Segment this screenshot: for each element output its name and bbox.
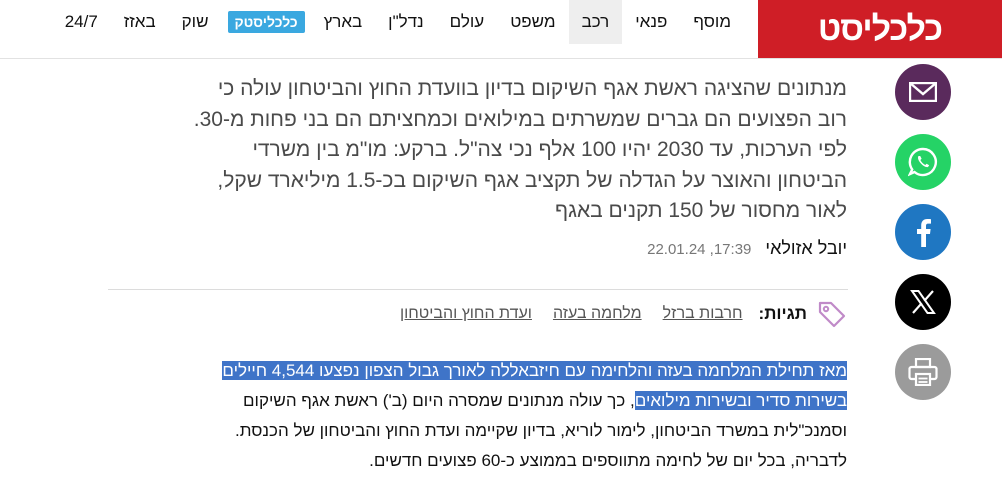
nav-item-real-estate[interactable]: נדל"ן xyxy=(375,0,437,44)
whatsapp-icon xyxy=(908,147,937,177)
mail-icon xyxy=(909,82,937,102)
calcalistech-badge: כלכליסטק xyxy=(227,11,305,33)
print-button[interactable] xyxy=(895,344,951,400)
main-nav: 24/7 באזז שוק כלכליסטק בארץ נדל"ן עולם מ… xyxy=(52,0,744,44)
nav-item-leisure[interactable]: פנאי xyxy=(622,0,680,44)
byline: יובל אזולאי 17:39, 22.01.24 xyxy=(647,238,847,259)
share-buttons xyxy=(895,64,951,414)
selected-text[interactable]: מאז תחילת המלחמה בעזה והלחימה עם חיזבאלל… xyxy=(222,361,847,380)
x-share-button[interactable] xyxy=(895,274,951,330)
article-body: מאז תחילת המלחמה בעזה והלחימה עם חיזבאלל… xyxy=(87,356,847,476)
tag-icon xyxy=(818,301,846,328)
selected-text[interactable]: בשירות סדיר ובשירות מילואים xyxy=(634,391,847,410)
subtitle-line: לאור מחסור של 150 תקנים באגף xyxy=(555,199,847,222)
subtitle-line: לפי הערכות, עד 2030 יהיו 100 אלף נכי צה"… xyxy=(252,138,847,161)
author-name[interactable]: יובל אזולאי xyxy=(765,238,847,259)
tag-link[interactable]: חרבות ברזל xyxy=(663,305,743,323)
nav-item-buzz[interactable]: באזז xyxy=(111,0,169,44)
nav-item-israel[interactable]: בארץ xyxy=(311,0,376,44)
whatsapp-share-button[interactable] xyxy=(895,134,951,190)
subtitle-line: הביטחון והאוצר על הגדלה של תקציב אגף השי… xyxy=(217,168,847,192)
body-line: בשירות סדיר ובשירות מילואים, כך עולה מנת… xyxy=(87,386,847,416)
body-line: לדבריה, בכל יום של לחימה מתווספים בממוצע… xyxy=(369,451,847,470)
print-icon xyxy=(908,358,938,386)
logo-text: כלכליסט xyxy=(817,9,943,48)
tags-label: תגיות: xyxy=(758,304,807,323)
article-subtitle: מנתונים שהציגה ראשת אגף השיקום בדיון בוו… xyxy=(87,74,847,227)
nav-item-market[interactable]: שוק xyxy=(169,0,222,44)
nav-item-world[interactable]: עולם xyxy=(437,0,498,44)
top-bar: כלכליסט 24/7 באזז שוק כלכליסטק בארץ נדל"… xyxy=(0,0,1002,59)
tag-link[interactable]: ועדת החוץ והביטחון xyxy=(400,305,532,323)
mail-share-button[interactable] xyxy=(895,64,951,120)
subtitle-line: מנתונים שהציגה ראשת אגף השיקום בדיון בוו… xyxy=(217,77,847,100)
nav-item-calcalistech[interactable]: כלכליסטק xyxy=(222,0,311,44)
body-line: וסמנכ"לית במשרד הביטחון, לימור לוריא, בד… xyxy=(234,421,847,440)
separator xyxy=(108,289,848,290)
site-logo[interactable]: כלכליסט xyxy=(758,0,1002,58)
nav-item-24-7[interactable]: 24/7 xyxy=(52,0,111,44)
facebook-share-button[interactable] xyxy=(895,204,951,260)
body-text: , כך עולה מנתונים שמסרה היום (ב') ראשת א… xyxy=(243,391,635,410)
nav-item-cars[interactable]: רכב xyxy=(568,0,623,44)
body-line: מאז תחילת המלחמה בעזה והלחימה עם חיזבאלל… xyxy=(87,356,847,386)
tag-link[interactable]: מלחמה בעזה xyxy=(553,305,642,323)
tags-row: תגיות: חרבות ברזל מלחמה בעזה ועדת החוץ ו… xyxy=(379,300,847,328)
x-icon xyxy=(910,290,936,314)
facebook-icon xyxy=(917,219,931,247)
nav-item-law[interactable]: משפט xyxy=(497,0,568,44)
subtitle-line: רוב הפצועים הם גברים שמשרתים במילואים וכ… xyxy=(193,107,847,131)
nav-item-supplement[interactable]: מוסף xyxy=(680,0,744,44)
publish-date: 17:39, 22.01.24 xyxy=(647,241,752,258)
